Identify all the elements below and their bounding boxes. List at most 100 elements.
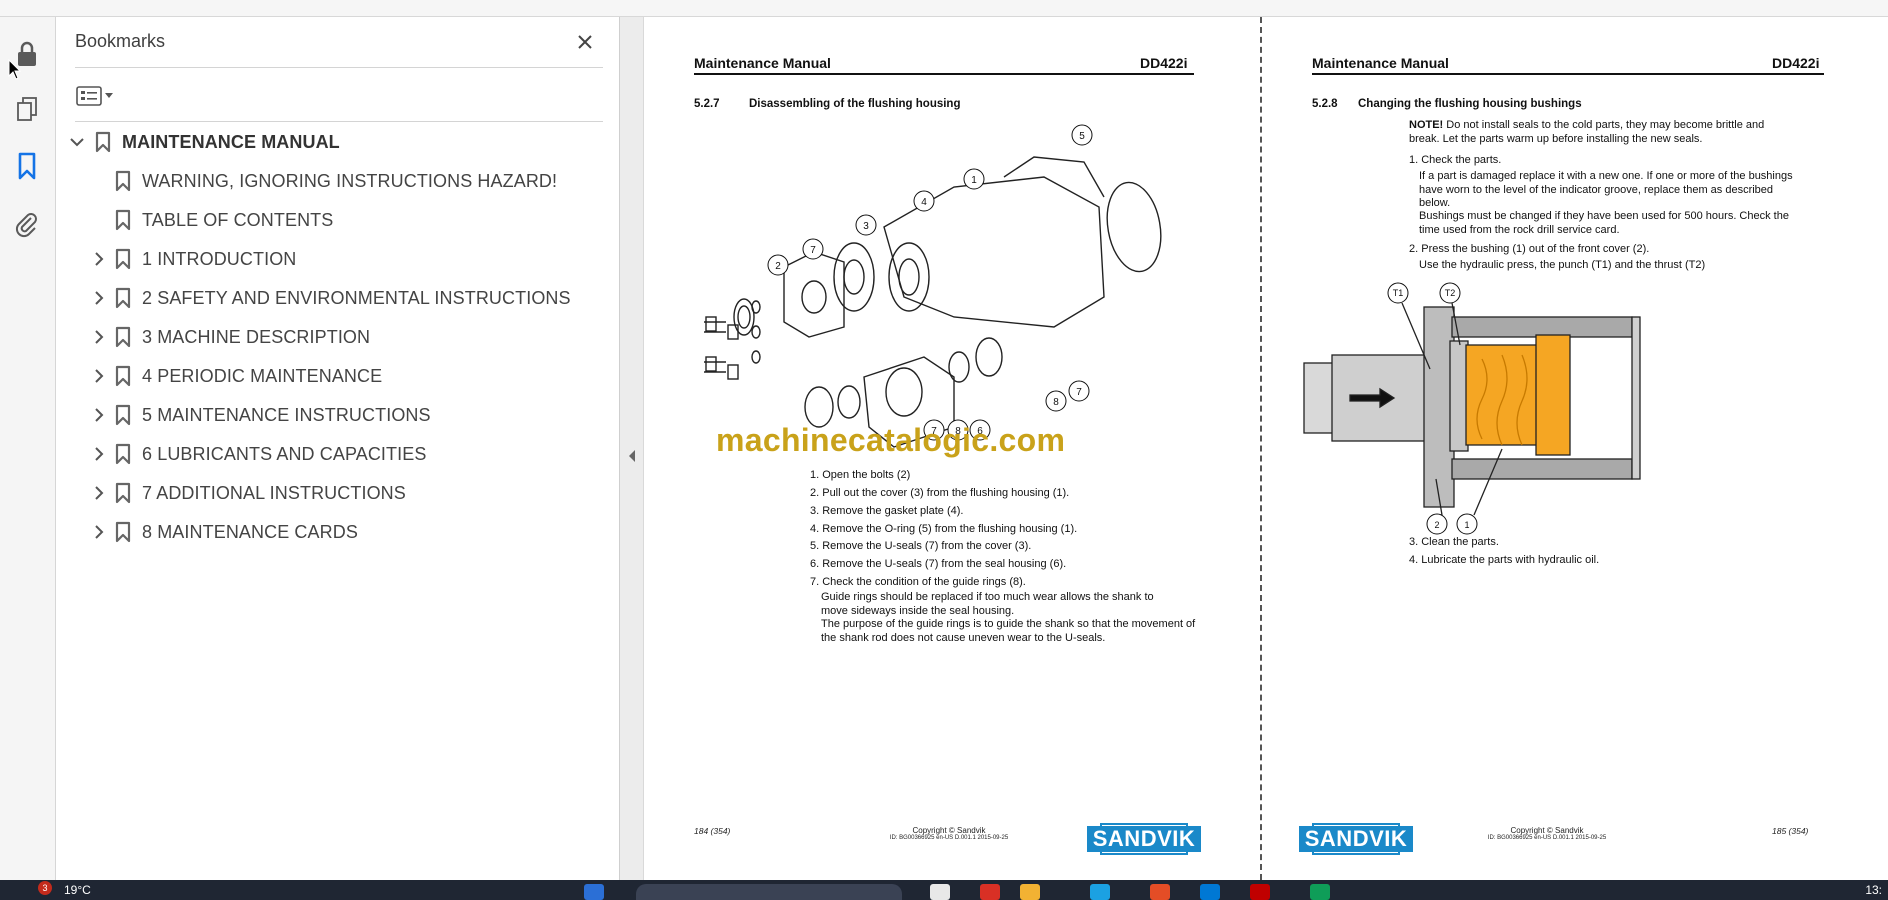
step-6: 6. Remove the U-seals (7) from the seal … xyxy=(810,558,1067,570)
callout-4: 4 xyxy=(921,197,927,208)
bookmark-item-lubricants[interactable]: 6 LUBRICANTS AND CAPACITIES xyxy=(88,439,426,469)
callout-8: 8 xyxy=(1053,397,1059,408)
bookmark-item-periodic-maintenance[interactable]: 4 PERIODIC MAINTENANCE xyxy=(88,361,382,391)
figure-label-t2: T2 xyxy=(1445,288,1456,298)
step-2: 2. Pull out the cover (3) from the flush… xyxy=(810,487,1070,499)
page-header-model: DD422i xyxy=(1140,55,1188,71)
chevron-right-icon[interactable] xyxy=(88,482,110,504)
bookmark-label: 8 MAINTENANCE CARDS xyxy=(142,521,358,542)
exploded-view-diagram: 5 1 4 3 2 7 8 7 7 8 6 xyxy=(704,124,1162,448)
app-icon[interactable] xyxy=(980,884,1000,900)
divider xyxy=(75,67,603,68)
bookmark-item-additional-instructions[interactable]: 7 ADDITIONAL INSTRUCTIONS xyxy=(88,478,406,508)
chevron-right-icon[interactable] xyxy=(88,287,110,309)
bookmark-icon xyxy=(114,169,132,193)
bookmark-label: 3 MACHINE DESCRIPTION xyxy=(142,326,371,347)
bookmark-label: 6 LUBRICANTS AND CAPACITIES xyxy=(142,443,427,464)
app-icon[interactable] xyxy=(930,884,950,900)
document-view[interactable]: Maintenance Manual DD422i 5.2.7 Disassem… xyxy=(644,17,1888,880)
bookmark-icon xyxy=(114,325,132,349)
bookmark-item-table-of-contents[interactable]: TABLE OF CONTENTS xyxy=(114,205,333,235)
sandvik-logo: SANDVIK xyxy=(1298,823,1414,855)
bookmark-label: 2 SAFETY AND ENVIRONMENTAL INSTRUCTIONS xyxy=(142,287,571,308)
app-icon[interactable] xyxy=(1090,884,1110,900)
close-panel-button[interactable] xyxy=(570,27,600,57)
step-4: 4. Lubricate the parts with hydraulic oi… xyxy=(1409,554,1600,566)
mouse-cursor xyxy=(8,59,22,80)
chevron-right-icon[interactable] xyxy=(88,521,110,543)
step-1-detail-1: If a part is damaged replace it with a n… xyxy=(1419,170,1793,209)
page-184: Maintenance Manual DD422i 5.2.7 Disassem… xyxy=(644,17,1261,880)
bookmark-icon xyxy=(114,520,132,544)
section-number: 5.2.8 xyxy=(1312,98,1338,110)
chevron-down-icon[interactable] xyxy=(66,131,88,153)
bookmark-icon[interactable] xyxy=(10,149,44,183)
step-3: 3. Clean the parts. xyxy=(1409,536,1499,548)
collapse-left-icon[interactable] xyxy=(627,449,637,463)
note-paragraph: NOTE! Do not install seals to the cold p… xyxy=(1409,119,1765,145)
page-header-title: Maintenance Manual xyxy=(1312,55,1449,71)
bookmark-label: MAINTENANCE MANUAL xyxy=(122,131,340,152)
bookmark-item-machine-description[interactable]: 3 MACHINE DESCRIPTION xyxy=(88,322,370,352)
copyright: Copyright © Sandvik xyxy=(912,826,986,835)
left-tool-rail xyxy=(0,17,56,880)
step-3: 3. Remove the gasket plate (4). xyxy=(810,505,964,517)
bookmark-item-introduction[interactable]: 1 INTRODUCTION xyxy=(88,244,296,274)
chevron-down-icon xyxy=(105,93,113,98)
bookmark-label: 4 PERIODIC MAINTENANCE xyxy=(142,365,383,386)
bookmark-options-button[interactable] xyxy=(76,81,122,111)
step-5: 5. Remove the U-seals (7) from the cover… xyxy=(810,540,1032,552)
figure-label-2: 2 xyxy=(1434,520,1439,530)
bookmark-item-maintenance-cards[interactable]: 8 MAINTENANCE CARDS xyxy=(88,517,358,547)
bookmark-icon xyxy=(114,403,132,427)
section-title: Disassembling of the flushing housing xyxy=(749,98,961,110)
app-icon[interactable] xyxy=(1150,884,1170,900)
bookmark-icon xyxy=(114,286,132,310)
panel-title: Bookmarks xyxy=(75,31,166,51)
weather-widget[interactable]: 19°C xyxy=(64,883,91,897)
chevron-right-icon[interactable] xyxy=(88,443,110,465)
toolbar-strip xyxy=(0,0,1888,17)
step-2-detail: Use the hydraulic press, the punch (T1) … xyxy=(1419,259,1706,271)
bookmark-label: 1 INTRODUCTION xyxy=(142,248,297,269)
start-icon[interactable] xyxy=(584,884,604,900)
bookmark-label: WARNING, IGNORING INSTRUCTIONS HAZARD! xyxy=(142,170,558,191)
close-icon xyxy=(578,35,592,49)
chevron-right-icon[interactable] xyxy=(88,365,110,387)
section-number: 5.2.7 xyxy=(694,98,720,110)
callout-5: 5 xyxy=(1079,131,1085,142)
panel-collapse-handle[interactable] xyxy=(620,17,644,880)
section-title: Changing the flushing housing bushings xyxy=(1358,98,1582,110)
chevron-right-icon[interactable] xyxy=(88,248,110,270)
page-header-model: DD422i xyxy=(1772,55,1820,71)
app-icon[interactable] xyxy=(1200,884,1220,900)
bookmark-item-maintenance-manual[interactable]: MAINTENANCE MANUAL xyxy=(66,127,340,157)
folder-icon[interactable] xyxy=(1020,884,1040,900)
bookmark-icon xyxy=(114,208,132,232)
callout-7: 7 xyxy=(1076,387,1082,398)
bookmark-item-maintenance-instructions[interactable]: 5 MAINTENANCE INSTRUCTIONS xyxy=(88,400,431,430)
sandvik-logo: SANDVIK xyxy=(1086,823,1202,855)
bookmark-item-warning[interactable]: WARNING, IGNORING INSTRUCTIONS HAZARD! xyxy=(114,166,557,196)
bookmark-label: 5 MAINTENANCE INSTRUCTIONS xyxy=(142,404,431,425)
callout-3: 3 xyxy=(863,221,869,232)
list-options-icon xyxy=(76,86,102,106)
taskbar-search[interactable] xyxy=(636,884,902,900)
clock[interactable]: 13: xyxy=(1865,883,1882,897)
bookmark-label: 7 ADDITIONAL INSTRUCTIONS xyxy=(142,482,406,503)
bookmarks-panel: Bookmarks MAINTENANCE MANUAL WARNING, IG… xyxy=(56,17,620,880)
bookmark-icon xyxy=(114,364,132,388)
callout-1: 1 xyxy=(971,175,977,186)
bookmark-icon xyxy=(114,247,132,271)
taskbar: 3 19°C 13: xyxy=(0,880,1888,900)
app-icon[interactable] xyxy=(1310,884,1330,900)
pdf-app-icon[interactable] xyxy=(1250,884,1270,900)
callout-2: 2 xyxy=(775,261,781,272)
bookmark-item-safety[interactable]: 2 SAFETY AND ENVIRONMENTAL INSTRUCTIONS xyxy=(88,283,571,313)
header-rule xyxy=(1312,73,1824,75)
attachment-icon[interactable] xyxy=(10,207,44,241)
header-rule xyxy=(694,73,1194,75)
chevron-right-icon[interactable] xyxy=(88,326,110,348)
chevron-right-icon[interactable] xyxy=(88,404,110,426)
pages-icon[interactable] xyxy=(10,92,44,126)
